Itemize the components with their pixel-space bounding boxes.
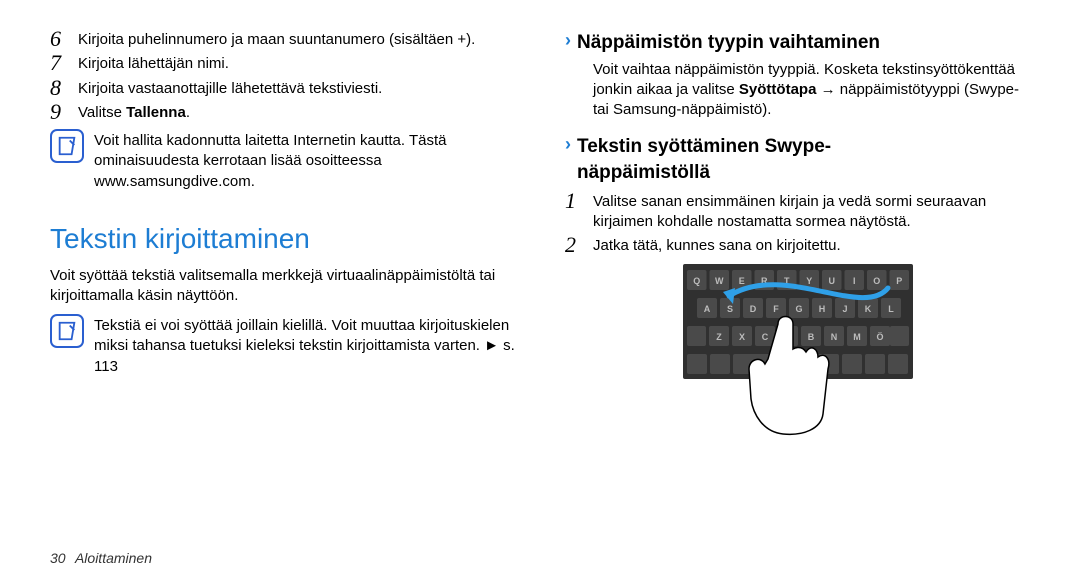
sub1-text: Näppäimistön tyypin vaihtaminen — [577, 30, 880, 56]
heading-text-entry: Tekstin kirjoittaminen — [50, 220, 515, 258]
svg-text:D: D — [749, 304, 756, 314]
step8-text: Kirjoita vastaanottajille lähetettävä te… — [78, 79, 515, 99]
subheading-swype: › Tekstin syöttäminen Swype- näppäimistö… — [565, 134, 1030, 185]
svg-text:Ö: Ö — [876, 332, 883, 342]
step-number-8: 8 — [50, 77, 78, 99]
svg-text:B: B — [807, 332, 814, 342]
svg-text:P: P — [896, 276, 902, 286]
svg-text:I: I — [852, 276, 855, 286]
step9-post: . — [186, 104, 190, 121]
step-number-2: 2 — [565, 234, 593, 256]
step-number-9: 9 — [50, 101, 78, 123]
step9-text: Valitse Tallenna. — [78, 103, 515, 123]
sub1-bold: Syöttötapa — [739, 81, 817, 98]
svg-text:J: J — [842, 304, 847, 314]
sub2-text: Tekstin syöttäminen Swype- näppäimistöll… — [577, 134, 831, 185]
page-number: 30 — [50, 550, 66, 566]
step-number-7: 7 — [50, 52, 78, 74]
svg-text:U: U — [828, 276, 835, 286]
step9-pre: Valitse — [78, 104, 126, 121]
svg-text:G: G — [795, 304, 802, 314]
sub2-line2: näppäimistöllä — [577, 162, 710, 183]
step-number-6: 6 — [50, 28, 78, 50]
svg-text:C: C — [761, 332, 768, 342]
swype-keyboard-illustration: QWERTYUIOP ASDFGHJKL ZXCVBNMÖ — [683, 264, 913, 439]
page-footer: 30 Aloittaminen — [50, 549, 152, 568]
section-name: Aloittaminen — [75, 550, 152, 566]
svg-text:Y: Y — [806, 276, 812, 286]
step9-bold: Tallenna — [126, 104, 186, 121]
svg-text:E: E — [738, 276, 744, 286]
svg-text:H: H — [818, 304, 825, 314]
swype-step2: Jatka tätä, kunnes sana on kirjoitettu. — [593, 236, 1030, 256]
sub1-para: Voit vaihtaa näppäimistön tyyppiä. Koske… — [593, 60, 1030, 121]
svg-text:Z: Z — [716, 332, 722, 342]
swype-step1: Valitse sanan ensimmäinen kirjain ja ved… — [593, 192, 1030, 233]
svg-text:Q: Q — [693, 276, 700, 286]
svg-text:M: M — [853, 332, 861, 342]
svg-text:X: X — [738, 332, 744, 342]
note1-text: Voit hallita kadonnutta laitetta Interne… — [94, 129, 515, 192]
svg-text:A: A — [703, 304, 710, 314]
step6-text: Kirjoita puhelinnumero ja maan suuntanum… — [78, 30, 515, 50]
svg-text:S: S — [726, 304, 732, 314]
subheading-keyboard-type: › Näppäimistön tyypin vaihtaminen — [565, 30, 1030, 56]
svg-text:O: O — [873, 276, 880, 286]
svg-text:W: W — [715, 276, 724, 286]
para1: Voit syöttää tekstiä valitsemalla merkke… — [50, 266, 515, 307]
svg-text:K: K — [864, 304, 871, 314]
svg-text:L: L — [888, 304, 894, 314]
chevron-icon: › — [565, 134, 571, 156]
step-number-1: 1 — [565, 190, 593, 212]
step7-text: Kirjoita lähettäjän nimi. — [78, 54, 515, 74]
note-icon — [50, 129, 84, 163]
chevron-icon: › — [565, 30, 571, 52]
note2-text: Tekstiä ei voi syöttää joillain kielillä… — [94, 314, 515, 377]
sub2-line1: Tekstin syöttäminen Swype- — [577, 136, 831, 157]
note-icon — [50, 314, 84, 348]
svg-text:F: F — [773, 304, 779, 314]
svg-text:N: N — [830, 332, 837, 342]
